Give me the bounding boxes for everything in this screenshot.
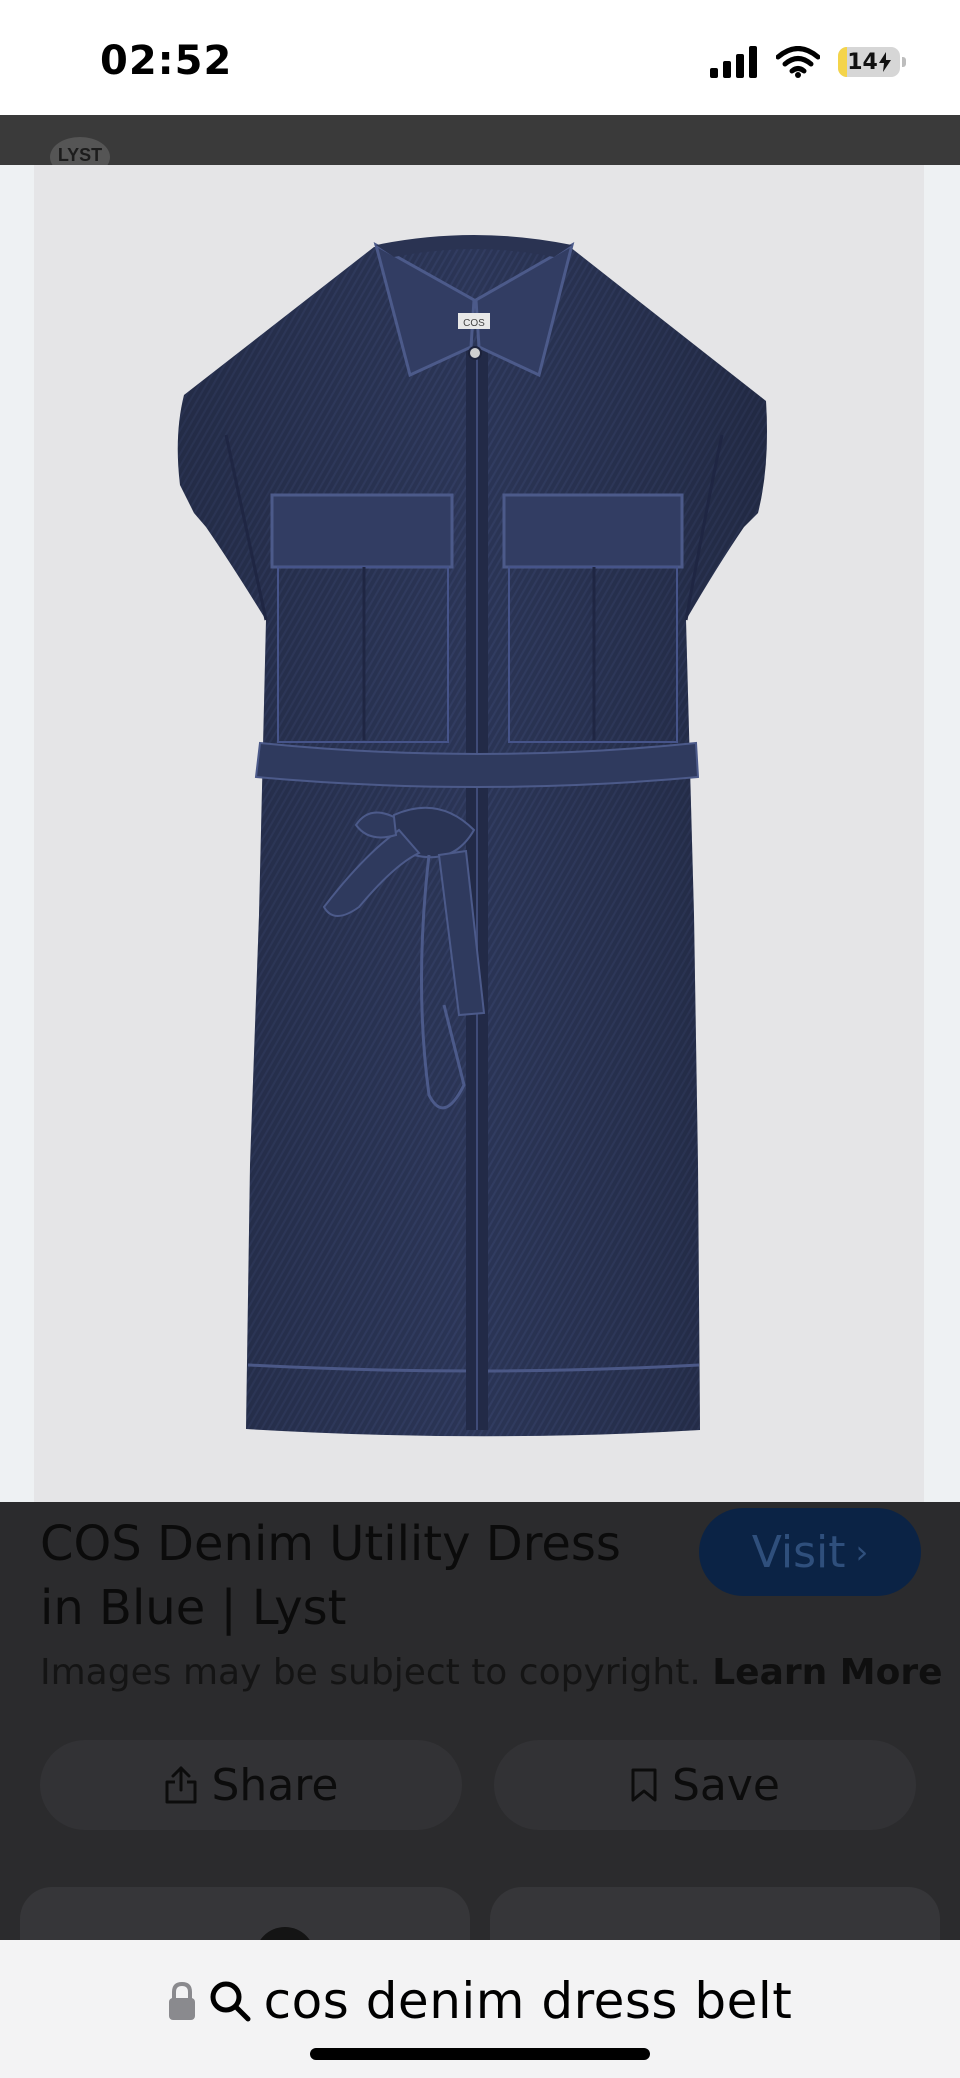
product-image[interactable]: COS: [34, 165, 924, 1502]
status-time: 02:52: [100, 38, 233, 84]
wifi-icon: [776, 46, 820, 78]
lock-icon: [168, 1981, 195, 2020]
denim-dress-image: COS: [177, 235, 767, 1437]
browser-address-bar: cos denim dress belt: [0, 1940, 960, 2078]
brand-label: COS: [463, 318, 485, 329]
visit-label: Visit: [751, 1526, 846, 1578]
status-icons: 14: [710, 46, 906, 78]
search-query-text: cos denim dress belt: [263, 1972, 793, 2030]
dimmed-page-header: LYST: [0, 115, 960, 177]
home-indicator[interactable]: [310, 2048, 650, 2060]
status-bar: 02:52 14: [0, 0, 960, 115]
result-title[interactable]: COS Denim Utility Dress in Blue | Lyst: [40, 1512, 660, 1640]
chevron-right-icon: ›: [855, 1533, 869, 1571]
share-button[interactable]: Share: [40, 1740, 462, 1830]
charging-bolt-icon: [878, 52, 891, 72]
share-label: Share: [211, 1759, 339, 1811]
visit-button[interactable]: Visit ›: [699, 1508, 921, 1596]
battery-cap: [902, 57, 906, 67]
battery-level: 14: [847, 49, 878, 75]
image-viewer: COS: [0, 165, 960, 1502]
result-info-panel: COS Denim Utility Dress in Blue | Lyst V…: [0, 1502, 960, 1987]
cellular-signal-icon: [710, 46, 757, 78]
save-button[interactable]: Save: [494, 1740, 916, 1830]
battery-icon: 14: [838, 47, 906, 77]
address-field[interactable]: cos denim dress belt: [0, 1972, 960, 2030]
copyright-text: Images may be subject to copyright.: [40, 1652, 701, 1693]
save-label: Save: [671, 1759, 780, 1811]
bookmark-icon: [631, 1768, 657, 1802]
battery-fill: [838, 47, 847, 77]
search-icon: [210, 1981, 251, 2022]
copyright-notice: Images may be subject to copyright. Lear…: [40, 1652, 943, 1693]
learn-more-link[interactable]: Learn More: [712, 1652, 942, 1693]
share-icon: [165, 1766, 196, 1804]
